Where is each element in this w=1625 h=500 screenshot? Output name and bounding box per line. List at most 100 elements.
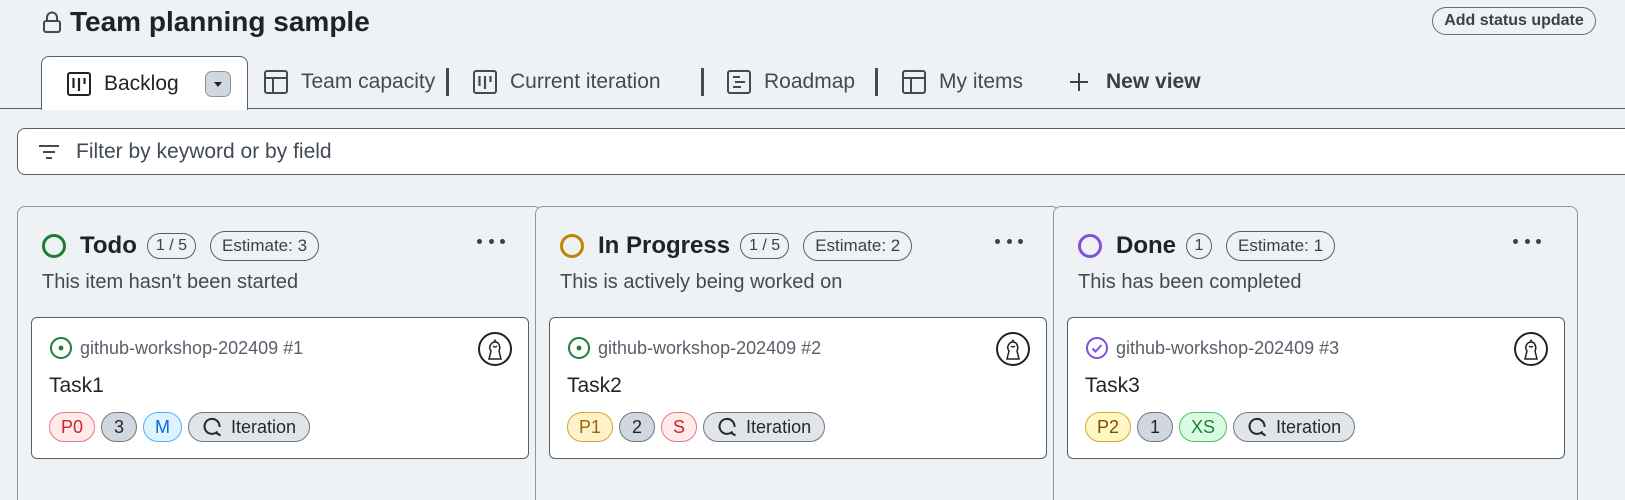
table-icon — [264, 70, 288, 94]
issue-reference[interactable]: github-workshop-202409 #3 — [1085, 336, 1339, 360]
column-menu-button[interactable] — [477, 231, 505, 251]
iteration-icon — [203, 417, 222, 437]
size-tag: XS — [1179, 412, 1228, 442]
tab-team-capacity[interactable]: Team capacity — [263, 64, 435, 100]
estimate-tag: 1 — [1137, 412, 1174, 442]
triangle-down-icon — [213, 81, 222, 87]
column-in-progress: In Progress 1 / 5 Estimate: 2 This is ac… — [535, 206, 1060, 500]
issue-closed-icon — [1086, 337, 1108, 359]
issue-repo-number: github-workshop-202409 #1 — [80, 337, 304, 358]
column-description: This is actively being worked on — [560, 271, 843, 293]
tab-label: Backlog — [104, 71, 179, 95]
column-header: Done 1 Estimate: 1 — [1078, 229, 1336, 263]
card-fields: P0 3 M Iteration — [49, 412, 311, 442]
tab-divider — [875, 68, 878, 96]
iteration-label: Iteration — [231, 416, 297, 437]
status-circle-icon — [1078, 234, 1102, 258]
estimate-tag: 3 — [101, 412, 138, 442]
iteration-label: Iteration — [746, 416, 812, 437]
issue-open-icon — [568, 337, 590, 359]
kebab-dot — [995, 238, 1000, 244]
column-menu-button[interactable] — [995, 231, 1023, 251]
kebab-dot — [1006, 238, 1012, 244]
item-count-badge: 1 / 5 — [740, 233, 790, 259]
board-icon — [67, 71, 91, 96]
iteration-label: Iteration — [1276, 416, 1342, 437]
avatar-icon — [1524, 339, 1538, 360]
iteration-tag: Iteration — [1233, 412, 1356, 442]
kebab-dot — [477, 238, 482, 244]
iteration-tag: Iteration — [188, 412, 311, 442]
item-count-badge: 1 — [1186, 233, 1212, 259]
item-count-badge: 1 / 5 — [146, 233, 196, 259]
assignee-avatar[interactable] — [996, 332, 1030, 366]
filter-icon — [39, 144, 59, 159]
new-view-label: New view — [1106, 70, 1201, 93]
issue-reference[interactable]: github-workshop-202409 #1 — [49, 336, 303, 360]
column-title: In Progress — [598, 232, 731, 259]
issue-repo-number: github-workshop-202409 #3 — [1116, 337, 1340, 358]
tab-label: My items — [939, 70, 1023, 93]
issue-open-icon — [50, 337, 72, 359]
issue-repo-number: github-workshop-202409 #2 — [598, 337, 822, 358]
assignee-avatar[interactable] — [478, 332, 512, 366]
column-menu-button[interactable] — [1513, 231, 1541, 251]
filter-bar[interactable] — [17, 128, 1625, 175]
tab-label: Roadmap — [764, 70, 856, 93]
project-title: Team planning sample — [42, 4, 370, 40]
column-description: This item hasn't been started — [42, 271, 299, 293]
status-circle-icon — [560, 234, 584, 258]
card-fields: P1 2 S Iteration — [567, 412, 826, 442]
priority-tag: P1 — [567, 412, 614, 442]
card-title[interactable]: Task2 — [567, 374, 622, 398]
estimate-tag: 2 — [619, 412, 656, 442]
tab-label: Team capacity — [301, 70, 436, 93]
card-title[interactable]: Task1 — [49, 374, 104, 398]
tab-divider — [701, 68, 704, 96]
size-tag: S — [661, 412, 698, 442]
column-description: This has been completed — [1078, 271, 1302, 293]
issue-card[interactable]: github-workshop-202409 #1 Task1 P0 3 M I… — [31, 317, 529, 459]
add-status-update-button[interactable]: Add status update — [1432, 7, 1596, 35]
column-header: In Progress 1 / 5 Estimate: 2 — [560, 229, 913, 263]
iteration-icon — [1248, 417, 1267, 437]
tab-backlog[interactable]: Backlog — [41, 56, 248, 110]
priority-tag: P2 — [1085, 412, 1132, 442]
board-icon — [473, 70, 497, 94]
estimate-badge: Estimate: 3 — [210, 231, 320, 261]
tab-roadmap[interactable]: Roadmap — [726, 64, 855, 100]
size-tag: M — [143, 412, 183, 442]
issue-card[interactable]: github-workshop-202409 #2 Task2 P1 2 S I… — [549, 317, 1047, 459]
tab-options-button[interactable] — [204, 70, 231, 97]
assignee-avatar[interactable] — [1514, 332, 1548, 366]
roadmap-icon — [727, 70, 751, 94]
tab-my-items[interactable]: My items — [901, 64, 1023, 100]
kebab-dot — [1536, 238, 1541, 244]
iteration-icon — [718, 417, 737, 437]
estimate-badge: Estimate: 2 — [803, 231, 913, 261]
issue-card[interactable]: github-workshop-202409 #3 Task3 P2 1 XS … — [1067, 317, 1565, 459]
avatar-icon — [488, 339, 502, 360]
iteration-tag: Iteration — [703, 412, 826, 442]
card-title[interactable]: Task3 — [1085, 374, 1140, 398]
kebab-dot — [488, 238, 494, 244]
lock-icon — [43, 11, 61, 33]
avatar-icon — [1006, 339, 1020, 360]
column-header: Todo 1 / 5 Estimate: 3 — [42, 229, 320, 263]
tab-label: Current iteration — [510, 70, 661, 93]
column-done: Done 1 Estimate: 1 This has been complet… — [1053, 206, 1578, 500]
issue-reference[interactable]: github-workshop-202409 #2 — [567, 336, 821, 360]
table-icon — [902, 70, 926, 94]
kebab-dot — [500, 238, 505, 244]
new-view-button[interactable]: New view — [1068, 64, 1201, 100]
estimate-badge: Estimate: 1 — [1226, 231, 1336, 261]
view-tabs: Backlog Team capacity Current iteration — [0, 54, 1625, 110]
priority-tag: P0 — [49, 412, 96, 442]
kebab-dot — [1513, 238, 1518, 244]
tab-divider — [446, 68, 449, 96]
column-title: Todo — [80, 232, 137, 259]
filter-input[interactable] — [76, 139, 1576, 164]
tab-current-iteration[interactable]: Current iteration — [472, 64, 661, 100]
page-title: Team planning sample — [70, 6, 370, 37]
project-header: Team planning sample Add status update — [0, 0, 1625, 44]
